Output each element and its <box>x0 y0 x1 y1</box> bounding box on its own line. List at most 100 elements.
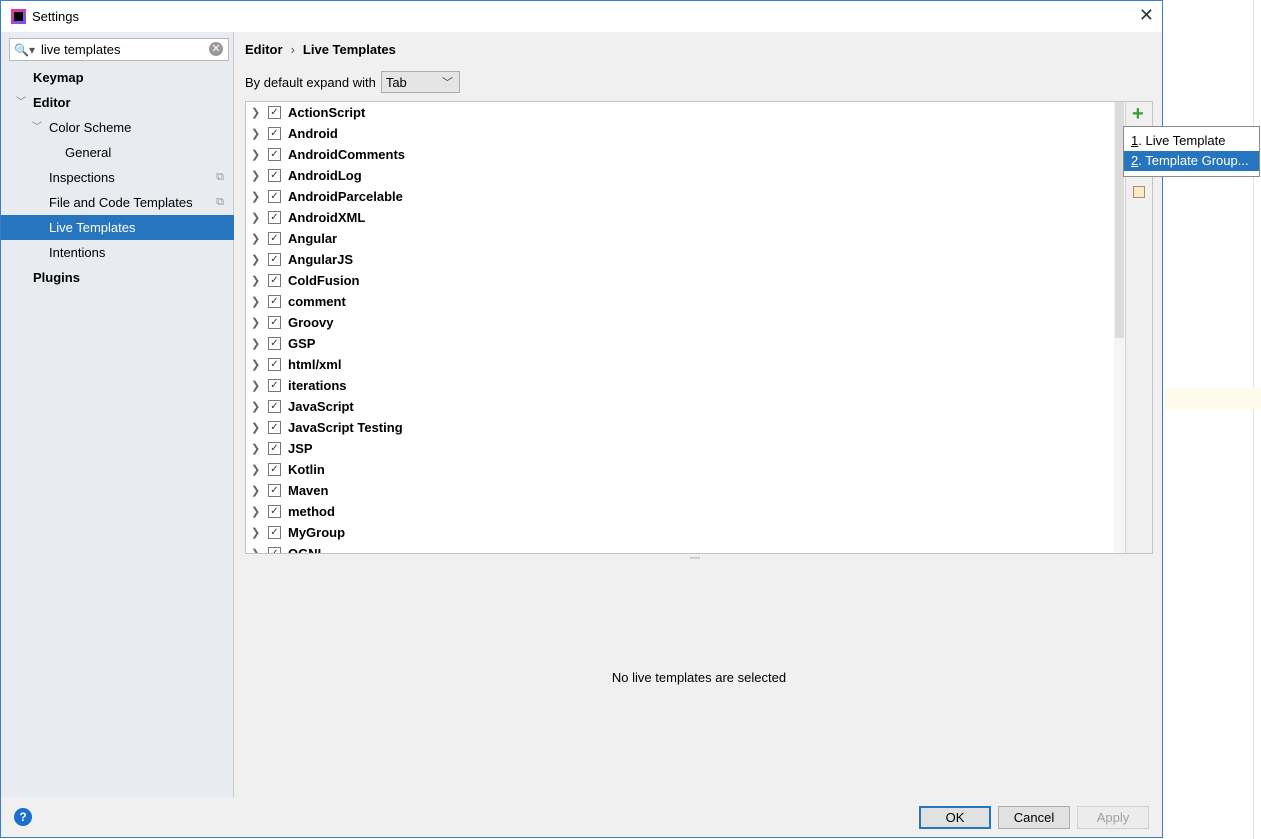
template-group-row[interactable]: ❯ ✓ JavaScript <box>246 396 1114 417</box>
template-group-row[interactable]: ❯ ✓ Angular <box>246 228 1114 249</box>
expand-with-select[interactable]: Tab ﹀ <box>380 71 460 93</box>
sidebar-item-label: Keymap <box>33 70 84 85</box>
close-icon[interactable]: ✕ <box>1139 5 1154 26</box>
chevron-right-icon[interactable]: ❯ <box>251 337 265 350</box>
search-icon[interactable]: 🔍▾ <box>14 43 35 57</box>
search-input[interactable] <box>40 42 201 57</box>
template-group-row[interactable]: ❯ ✓ GSP <box>246 333 1114 354</box>
template-group-row[interactable]: ❯ ✓ JavaScript Testing <box>246 417 1114 438</box>
chevron-down-icon[interactable]: ﹀ <box>32 115 42 140</box>
group-checkbox[interactable]: ✓ <box>268 463 281 476</box>
sidebar-item-editor[interactable]: ﹀ Editor <box>1 90 234 115</box>
group-label: ColdFusion <box>288 273 360 288</box>
chevron-right-icon[interactable]: ❯ <box>251 379 265 392</box>
chevron-right-icon[interactable]: ❯ <box>251 190 265 203</box>
help-icon[interactable]: ? <box>14 808 32 826</box>
chevron-right-icon[interactable]: ❯ <box>251 505 265 518</box>
chevron-right-icon[interactable]: ❯ <box>251 211 265 224</box>
template-group-row[interactable]: ❯ ✓ OGNL <box>246 543 1114 553</box>
chevron-right-icon[interactable]: ❯ <box>251 316 265 329</box>
chevron-right-icon[interactable]: ❯ <box>251 169 265 182</box>
splitter-handle[interactable]: ▪▪▪▪ <box>690 555 700 562</box>
group-checkbox[interactable]: ✓ <box>268 526 281 539</box>
settings-dialog: Settings ✕ 🔍▾ ✕ Keymap ﹀ Editor ﹀ Color Sche… <box>0 0 1163 838</box>
template-group-row[interactable]: ❯ ✓ JSP <box>246 438 1114 459</box>
chevron-right-icon[interactable]: ❯ <box>251 232 265 245</box>
chevron-right-icon[interactable]: ❯ <box>251 442 265 455</box>
sidebar-item-file-and-code-templates[interactable]: File and Code Templates ⧉ <box>1 190 234 215</box>
chevron-right-icon[interactable]: ❯ <box>251 106 265 119</box>
template-group-row[interactable]: ❯ ✓ MyGroup <box>246 522 1114 543</box>
chevron-right-icon[interactable]: ❯ <box>251 526 265 539</box>
group-checkbox[interactable]: ✓ <box>268 358 281 371</box>
apply-button[interactable]: Apply <box>1077 806 1149 829</box>
group-checkbox[interactable]: ✓ <box>268 484 281 497</box>
group-checkbox[interactable]: ✓ <box>268 253 281 266</box>
group-checkbox[interactable]: ✓ <box>268 442 281 455</box>
group-checkbox[interactable]: ✓ <box>268 169 281 182</box>
chevron-right-icon[interactable]: ❯ <box>251 274 265 287</box>
template-group-row[interactable]: ❯ ✓ Android <box>246 123 1114 144</box>
group-label: JSP <box>288 441 313 456</box>
template-group-row[interactable]: ❯ ✓ html/xml <box>246 354 1114 375</box>
group-checkbox[interactable]: ✓ <box>268 211 281 224</box>
group-checkbox[interactable]: ✓ <box>268 316 281 329</box>
menu-item-live-template[interactable]: 1. Live Template <box>1124 131 1259 151</box>
ok-button[interactable]: OK <box>919 806 991 829</box>
group-checkbox[interactable]: ✓ <box>268 547 281 553</box>
template-group-row[interactable]: ❯ ✓ AndroidLog <box>246 165 1114 186</box>
search-field[interactable]: 🔍▾ ✕ <box>9 38 229 61</box>
sidebar-item-live-templates[interactable]: Live Templates <box>1 215 234 240</box>
template-group-row[interactable]: ❯ ✓ Groovy <box>246 312 1114 333</box>
sidebar-item-plugins[interactable]: Plugins <box>1 265 234 290</box>
sidebar-item-color-scheme[interactable]: ﹀ Color Scheme <box>1 115 234 140</box>
chevron-right-icon[interactable]: ❯ <box>251 547 265 553</box>
clear-search-icon[interactable]: ✕ <box>209 42 223 56</box>
chevron-right-icon[interactable]: ❯ <box>251 253 265 266</box>
template-group-row[interactable]: ❯ ✓ Kotlin <box>246 459 1114 480</box>
sidebar-item-label: General <box>65 145 112 160</box>
menu-item-template-group[interactable]: 2. Template Group... <box>1124 151 1259 171</box>
chevron-right-icon[interactable]: ❯ <box>251 484 265 497</box>
chevron-down-icon[interactable]: ﹀ <box>16 90 26 115</box>
chevron-right-icon[interactable]: ❯ <box>251 421 265 434</box>
group-checkbox[interactable]: ✓ <box>268 295 281 308</box>
window-title: Settings <box>32 9 79 24</box>
chevron-right-icon[interactable]: ❯ <box>251 127 265 140</box>
add-icon[interactable]: + <box>1132 103 1144 126</box>
template-group-row[interactable]: ❯ ✓ Maven <box>246 480 1114 501</box>
group-checkbox[interactable]: ✓ <box>268 148 281 161</box>
sidebar-item-keymap[interactable]: Keymap <box>1 65 234 90</box>
template-group-row[interactable]: ❯ ✓ ColdFusion <box>246 270 1114 291</box>
group-checkbox[interactable]: ✓ <box>268 127 281 140</box>
template-group-row[interactable]: ❯ ✓ AndroidParcelable <box>246 186 1114 207</box>
template-group-row[interactable]: ❯ ✓ iterations <box>246 375 1114 396</box>
group-checkbox[interactable]: ✓ <box>268 106 281 119</box>
template-group-row[interactable]: ❯ ✓ AndroidXML <box>246 207 1114 228</box>
group-checkbox[interactable]: ✓ <box>268 232 281 245</box>
group-checkbox[interactable]: ✓ <box>268 505 281 518</box>
group-checkbox[interactable]: ✓ <box>268 274 281 287</box>
group-label: ActionScript <box>288 105 366 120</box>
group-checkbox[interactable]: ✓ <box>268 337 281 350</box>
group-checkbox[interactable]: ✓ <box>268 379 281 392</box>
group-checkbox[interactable]: ✓ <box>268 190 281 203</box>
sidebar-item-general[interactable]: General <box>1 140 234 165</box>
group-checkbox[interactable]: ✓ <box>268 400 281 413</box>
chevron-right-icon[interactable]: ❯ <box>251 148 265 161</box>
sidebar-item-intentions[interactable]: Intentions <box>1 240 234 265</box>
chevron-right-icon[interactable]: ❯ <box>251 400 265 413</box>
chevron-right-icon[interactable]: ❯ <box>251 463 265 476</box>
chevron-right-icon[interactable]: ❯ <box>251 358 265 371</box>
group-checkbox[interactable]: ✓ <box>268 421 281 434</box>
template-group-row[interactable]: ❯ ✓ comment <box>246 291 1114 312</box>
chevron-right-icon[interactable]: ❯ <box>251 295 265 308</box>
cancel-button[interactable]: Cancel <box>998 806 1070 829</box>
copy-template-icon[interactable] <box>1133 186 1145 198</box>
menu-item-label: . Live Template <box>1138 133 1226 148</box>
template-group-row[interactable]: ❯ ✓ method <box>246 501 1114 522</box>
template-group-row[interactable]: ❯ ✓ ActionScript <box>246 102 1114 123</box>
template-group-row[interactable]: ❯ ✓ AndroidComments <box>246 144 1114 165</box>
template-group-row[interactable]: ❯ ✓ AngularJS <box>246 249 1114 270</box>
sidebar-item-inspections[interactable]: Inspections ⧉ <box>1 165 234 190</box>
